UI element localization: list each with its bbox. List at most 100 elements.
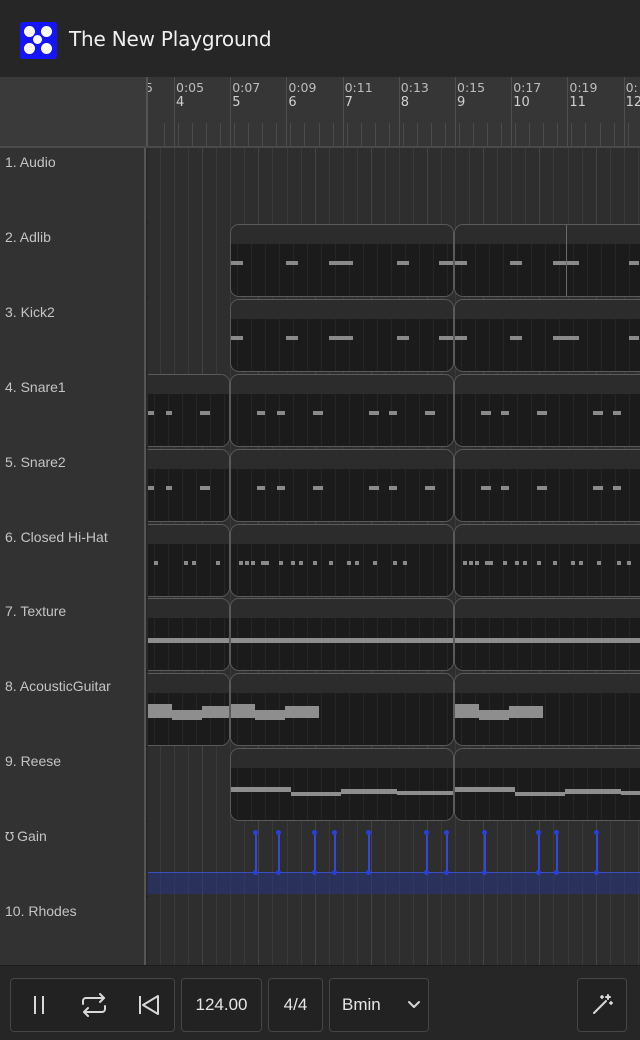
track-row: 2. Adlib bbox=[0, 222, 640, 298]
grid-line bbox=[328, 148, 330, 223]
grid-line bbox=[174, 897, 176, 972]
clip[interactable] bbox=[230, 748, 454, 822]
track-lane[interactable] bbox=[148, 372, 640, 448]
note bbox=[347, 560, 351, 565]
ruler-time-label: 0:09 bbox=[288, 80, 317, 95]
clip-grid bbox=[559, 318, 560, 371]
ruler-minor-tick bbox=[163, 123, 165, 146]
audio-waveform bbox=[397, 791, 453, 796]
app-header: The New Playground bbox=[0, 0, 640, 77]
ruler-minor-tick bbox=[192, 123, 194, 146]
ruler-minor-tick bbox=[388, 123, 390, 146]
clip[interactable] bbox=[230, 223, 454, 297]
clip[interactable] bbox=[454, 748, 640, 822]
ruler-bar-label: 5 bbox=[232, 95, 241, 110]
clip[interactable] bbox=[454, 448, 640, 522]
automation-point[interactable] bbox=[482, 830, 487, 836]
track-header[interactable]: 7. Texture bbox=[0, 597, 146, 673]
clip[interactable] bbox=[230, 298, 454, 372]
clip[interactable] bbox=[230, 673, 454, 747]
clip-grid bbox=[293, 318, 294, 371]
automation-point[interactable] bbox=[594, 830, 599, 836]
automation-point[interactable] bbox=[312, 830, 317, 836]
clip-grid bbox=[461, 468, 462, 521]
grid-line bbox=[539, 148, 541, 223]
clip[interactable] bbox=[454, 598, 640, 672]
ruler-minor-tick bbox=[459, 123, 460, 146]
ruler-minor-tick bbox=[178, 123, 179, 146]
note bbox=[231, 335, 243, 340]
clip[interactable] bbox=[454, 223, 640, 297]
clip[interactable] bbox=[454, 373, 640, 447]
clip[interactable] bbox=[454, 298, 640, 372]
automation-lane[interactable] bbox=[148, 872, 640, 895]
clip[interactable] bbox=[148, 523, 230, 597]
track-header[interactable]: 3. Kick2 bbox=[0, 297, 146, 373]
automation-point[interactable] bbox=[332, 830, 337, 836]
magic-wand-button[interactable] bbox=[577, 978, 627, 1032]
clip-grid bbox=[573, 393, 574, 446]
pause-button[interactable] bbox=[11, 979, 66, 1031]
time-signature-field[interactable]: 4/4 bbox=[268, 978, 323, 1032]
clip-grid bbox=[251, 393, 252, 446]
automation-point[interactable] bbox=[253, 830, 258, 836]
track-header[interactable]: ℧ Gain bbox=[0, 822, 146, 898]
clip[interactable] bbox=[230, 598, 454, 672]
clip[interactable] bbox=[148, 673, 230, 747]
track-header[interactable]: 6. Closed Hi-Hat bbox=[0, 522, 146, 598]
clip-grid bbox=[545, 318, 546, 371]
track-lane[interactable] bbox=[148, 672, 640, 748]
note bbox=[629, 335, 639, 340]
audio-waveform bbox=[231, 638, 453, 644]
ruler-time-label: 0:11 bbox=[344, 80, 373, 95]
automation-point[interactable] bbox=[276, 830, 281, 836]
clip[interactable] bbox=[230, 523, 454, 597]
track-lane[interactable] bbox=[148, 597, 640, 673]
automation-point[interactable] bbox=[444, 830, 449, 836]
app-logo-icon[interactable] bbox=[20, 22, 57, 59]
clip[interactable] bbox=[454, 673, 640, 747]
track-lane[interactable] bbox=[148, 897, 640, 972]
clip-grid bbox=[349, 468, 350, 521]
clip-grid bbox=[279, 318, 280, 371]
key-select[interactable]: Bmin bbox=[329, 978, 429, 1032]
grid-line bbox=[216, 747, 218, 823]
clip[interactable] bbox=[230, 448, 454, 522]
track-lane[interactable] bbox=[148, 747, 640, 823]
note bbox=[154, 560, 158, 565]
clip-grid bbox=[489, 543, 490, 596]
grid-line bbox=[202, 222, 204, 298]
ruler-lane[interactable]: 5 0:0540:0750:0960:1170:1380:1590:17100:… bbox=[146, 77, 640, 146]
track-lane[interactable] bbox=[148, 297, 640, 373]
track-header[interactable]: 9. Reese bbox=[0, 747, 146, 823]
clip[interactable] bbox=[148, 373, 230, 447]
timeline-ruler[interactable]: 5 0:0540:0750:0960:1170:1380:1590:17100:… bbox=[0, 77, 640, 148]
track-lane[interactable] bbox=[148, 222, 640, 298]
automation-point[interactable] bbox=[424, 830, 429, 836]
track-lane[interactable] bbox=[148, 447, 640, 523]
track-header[interactable]: 2. Adlib bbox=[0, 222, 146, 298]
track-header[interactable]: 5. Snare2 bbox=[0, 447, 146, 523]
clip-grid bbox=[391, 543, 392, 596]
ruler-bar-label: 7 bbox=[344, 95, 353, 110]
track-header[interactable]: 4. Snare1 bbox=[0, 372, 146, 448]
loop-button[interactable] bbox=[66, 979, 121, 1031]
clip[interactable] bbox=[148, 598, 230, 672]
track-header[interactable]: 10. Rhodes bbox=[0, 897, 146, 972]
clip-grid bbox=[279, 618, 280, 671]
tempo-field[interactable]: 124.00 bbox=[181, 978, 262, 1032]
track-lane[interactable] bbox=[148, 522, 640, 598]
clip[interactable] bbox=[230, 373, 454, 447]
magic-wand-icon bbox=[578, 979, 626, 1031]
automation-point[interactable] bbox=[554, 830, 559, 836]
clip-grid bbox=[433, 468, 434, 521]
clip[interactable] bbox=[148, 448, 230, 522]
clip[interactable] bbox=[454, 523, 640, 597]
track-lane[interactable] bbox=[148, 822, 640, 898]
clip-grid bbox=[377, 318, 378, 371]
track-header[interactable]: 8. AcousticGuitar bbox=[0, 672, 146, 748]
clip-grid bbox=[573, 543, 574, 596]
rewind-button[interactable] bbox=[121, 979, 176, 1031]
track-header[interactable]: 1. Audio bbox=[0, 148, 146, 223]
track-lane[interactable] bbox=[148, 148, 640, 223]
